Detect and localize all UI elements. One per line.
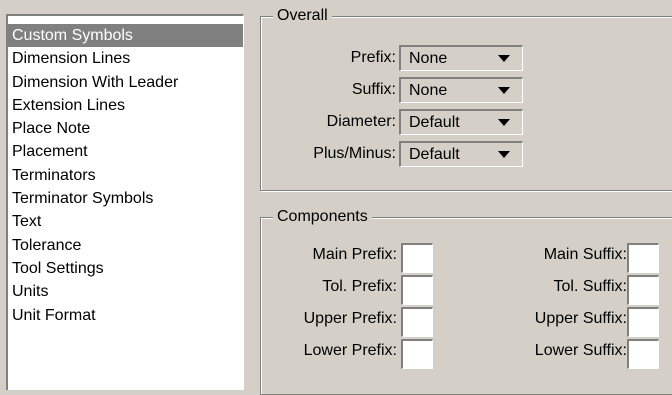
tol-prefix-label: Tol. Prefix: (322, 278, 397, 295)
plus-minus-dropdown[interactable]: Default (399, 141, 523, 167)
lower-prefix-label: Lower Prefix: (303, 342, 397, 359)
list-item-terminators[interactable]: Terminators (8, 164, 243, 187)
list-item-placement[interactable]: Placement (8, 140, 243, 163)
suffix-dropdown[interactable]: None (399, 77, 523, 103)
tol-suffix-field[interactable] (627, 275, 659, 305)
main-prefix-field[interactable] (401, 243, 433, 273)
components-group: Components Main Prefix: Main Suffix: Tol… (260, 206, 672, 395)
lower-prefix-field[interactable] (401, 339, 433, 369)
suffix-label: Suffix: (351, 81, 396, 98)
overall-group-title: Overall (273, 5, 332, 27)
diameter-label: Diameter: (326, 113, 396, 130)
list-item-tolerance[interactable]: Tolerance (8, 234, 243, 257)
lower-suffix-label: Lower Suffix: (534, 342, 627, 359)
diameter-dropdown[interactable]: Default (399, 109, 523, 135)
list-item-units[interactable]: Units (8, 280, 243, 303)
list-item-extension-lines[interactable]: Extension Lines (8, 94, 243, 117)
components-group-title: Components (273, 206, 372, 228)
chevron-down-icon (498, 151, 510, 158)
list-item-text[interactable]: Text (8, 210, 243, 233)
upper-suffix-label: Upper Suffix: (534, 310, 627, 327)
plus-minus-label: Plus/Minus: (313, 145, 396, 162)
list-item-unit-format[interactable]: Unit Format (8, 304, 243, 327)
upper-prefix-field[interactable] (401, 307, 433, 337)
tol-prefix-field[interactable] (401, 275, 433, 305)
list-item-dimension-lines[interactable]: Dimension Lines (8, 47, 243, 70)
category-list[interactable]: Custom Symbols Dimension Lines Dimension… (6, 14, 244, 390)
chevron-down-icon (498, 55, 510, 62)
main-prefix-label: Main Prefix: (312, 246, 397, 263)
list-item-tool-settings[interactable]: Tool Settings (8, 257, 243, 280)
lower-suffix-field[interactable] (627, 339, 659, 369)
prefix-label: Prefix: (350, 49, 396, 66)
list-item-terminator-symbols[interactable]: Terminator Symbols (8, 187, 243, 210)
suffix-value: None (409, 82, 448, 99)
chevron-down-icon (498, 87, 510, 94)
plus-minus-value: Default (409, 146, 460, 163)
list-item-place-note[interactable]: Place Note (8, 117, 243, 140)
list-item-dimension-with-leader[interactable]: Dimension With Leader (8, 71, 243, 94)
main-suffix-field[interactable] (627, 243, 659, 273)
upper-suffix-field[interactable] (627, 307, 659, 337)
list-item-custom-symbols[interactable]: Custom Symbols (8, 24, 243, 48)
overall-group: Overall Prefix: None Suffix: None Diamet… (260, 5, 672, 191)
main-suffix-label: Main Suffix: (543, 246, 627, 263)
tol-suffix-label: Tol. Suffix: (553, 278, 627, 295)
upper-prefix-label: Upper Prefix: (303, 310, 397, 327)
diameter-value: Default (409, 114, 460, 131)
prefix-dropdown[interactable]: None (399, 45, 523, 71)
prefix-value: None (409, 50, 448, 67)
chevron-down-icon (498, 119, 510, 126)
